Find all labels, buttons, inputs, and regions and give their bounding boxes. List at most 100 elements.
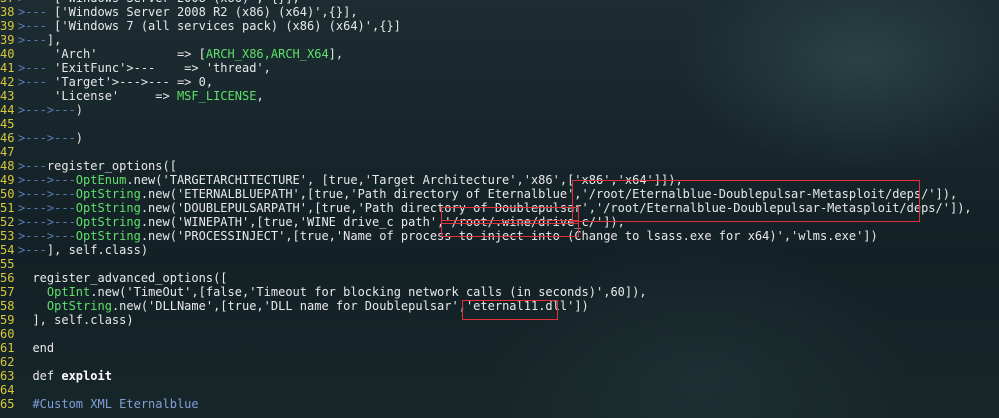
whitespace-marker [18,397,32,411]
code-text: 'Arch' => [ [54,47,206,61]
line-number: 50 [0,187,15,201]
whitespace-marker: >--->--- [18,103,76,117]
code-line: 46 >--->---) [0,131,999,145]
code-line: 65 #Custom XML Eternalblue [0,397,999,411]
code-line: 39 >---], [0,33,999,47]
line-number: 55 [0,257,15,271]
line-number: 43 [0,89,15,103]
code-line: 60 [0,327,999,341]
code-text: end [32,341,55,355]
class-name: OptString [75,187,141,201]
code-line: 39 >--- ['Windows 7 (all services pack) (… [0,19,999,33]
line-number: 60 [0,327,15,341]
code-text-tail: ], [328,47,344,61]
line-number: 56 [0,271,15,285]
line-number: 53 [0,229,15,243]
line-number: 39 [0,19,15,33]
code-text: ], self.class) [46,243,149,257]
code-line: 45 [0,117,999,131]
whitespace-marker: >--- [18,61,55,75]
code-text: def [32,369,62,383]
code-line: 56 register_advanced_options([ [0,271,999,285]
class-name: OptString [75,201,141,215]
code-text: ], self.class) [32,313,134,327]
code-line: 40 'Arch' => [ARCH_X86,ARCH_X64], [0,47,999,61]
line-number: 59 [0,313,15,327]
code-line: 61 end [0,341,999,355]
whitespace-marker: >--- [18,75,55,89]
whitespace-marker [18,313,32,327]
code-text-tail: , [256,89,264,103]
class-name: OptEnum [75,173,127,187]
class-name: OptString [46,299,112,313]
code-text: register_advanced_options([ [32,271,228,285]
code-line: 38 >--- ['Windows Server 2008 R2 (x86) (x… [0,5,999,19]
code-line: 47 [0,145,999,159]
line-number: 46 [0,131,15,145]
whitespace-marker [18,271,32,285]
line-number: 38 [0,5,15,19]
whitespace-marker: >--- [18,19,55,33]
line-number: 49 [0,173,15,187]
constant: ARCH_X86,ARCH_X64 [205,47,329,61]
constant: MSF_LICENSE [176,89,257,103]
line-number: 63 [0,369,15,383]
line-number: 58 [0,299,15,313]
code-line: 64 [0,383,999,397]
code-line: 43 'License' => MSF_LICENSE, [0,89,999,103]
line-number: 54 [0,243,15,257]
whitespace-marker: >--->--- [18,187,76,201]
code-text: ['Windows 7 (all services pack) (x86) (x… [54,19,401,33]
code-text: 'ExitFunc'>--- => 'thread', [54,61,271,75]
code-line: 48 >---register_options([ [0,159,999,173]
class-name: OptInt [46,285,91,299]
line-number: 51 [0,201,15,215]
whitespace-marker: >--->--- [18,201,76,215]
line-number: 39 [0,33,15,47]
line-number: 65 [0,397,15,411]
code-text: ['Windows Server 2008 R2 (x86) (x64)',{}… [54,5,358,19]
code-line: 44 >--->---) [0,103,999,117]
class-name: OptString [75,215,141,229]
highlight-box-winepath [441,220,579,237]
line-number: 64 [0,383,15,397]
whitespace-marker: >--- [18,243,47,257]
line-number: 41 [0,61,15,75]
line-number: 45 [0,117,15,131]
whitespace-marker [18,89,54,103]
line-number: 40 [0,47,15,61]
line-number: 57 [0,285,15,299]
code-text: ) [75,103,84,117]
code-text: 'Target'>--->--- => 0, [54,75,214,89]
code-text: ) [75,131,84,145]
code-comment: #Custom XML Eternalblue [32,397,199,411]
code-line: 55 [0,257,999,271]
whitespace-marker: >--- [18,159,47,173]
method-name: exploit [61,369,112,383]
line-number: 61 [0,341,15,355]
line-number: 42 [0,75,15,89]
whitespace-marker: >--- [18,5,55,19]
whitespace-marker [18,299,47,313]
whitespace-marker: >--->--- [18,173,76,187]
line-number: 44 [0,103,15,117]
whitespace-marker: >--->--- [18,229,76,243]
code-text: ], [46,33,62,47]
whitespace-marker: >--->--- [18,215,76,229]
whitespace-marker [18,47,54,61]
highlight-box-x64 [572,180,920,222]
code-text: .new('TimeOut',[false,'Timeout for block… [90,285,647,299]
class-name: OptString [75,229,141,243]
code-line: 41 >--- 'ExitFunc'>--- => 'thread', [0,61,999,75]
code-line: 63 def exploit [0,369,999,383]
code-text: 'License' => [54,89,177,103]
code-line: 57 OptInt.new('TimeOut',[false,'Timeout … [0,285,999,299]
code-line: 42 >--- 'Target'>--->--- => 0, [0,75,999,89]
line-number: 47 [0,145,15,159]
code-line: 54 >---], self.class) [0,243,999,257]
whitespace-marker: >--->--- [18,131,76,145]
code-text: register_options([ [46,159,177,173]
highlight-box-dllname [462,300,558,320]
whitespace-marker [18,341,32,355]
code-line: 62 [0,355,999,369]
